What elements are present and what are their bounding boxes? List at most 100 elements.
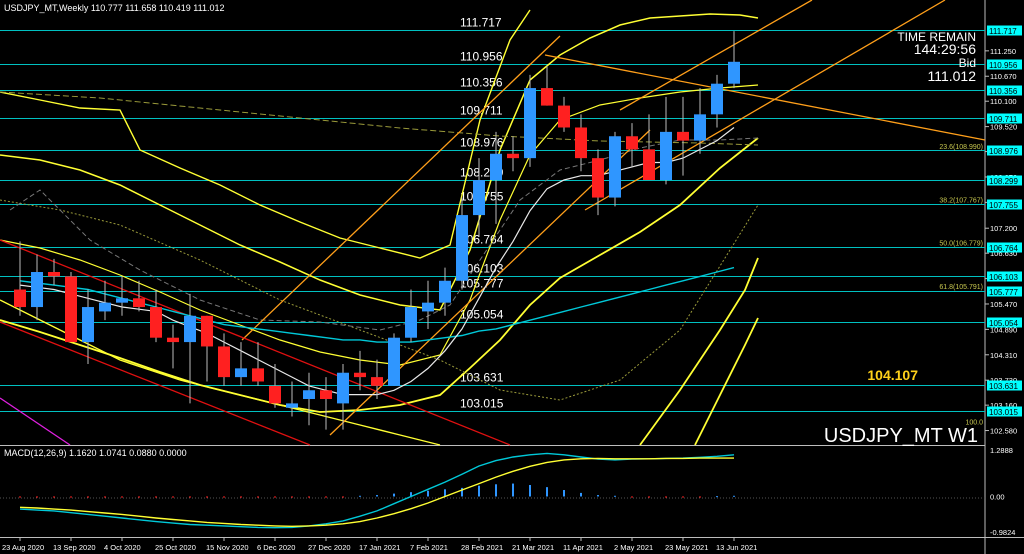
time-tick-label: 21 Mar 2021: [512, 543, 554, 552]
level-price-box: 106.103: [987, 271, 1022, 282]
macd-tick-label: 0.00: [990, 492, 1005, 501]
highlight-price: 104.107: [867, 367, 918, 383]
trading-chart-window: 111.717 110.956 110.356 109.711 108.976 108.2…: [0, 0, 1024, 554]
level-price-box-text: 108.299: [989, 177, 1018, 186]
level-price-box: 110.956: [987, 59, 1022, 70]
candle-body-bull: [388, 337, 400, 386]
time-tick-label: 28 Feb 2021: [461, 543, 503, 552]
macd-histogram-bar: [189, 496, 191, 498]
time-tick-label: 15 Nov 2020: [206, 543, 249, 552]
candle-body-bull: [31, 272, 43, 308]
candle-body-bear: [354, 372, 366, 378]
candle-body-bear: [541, 88, 553, 106]
level-price-box: 108.976: [987, 145, 1022, 156]
level-price-box-text: 103.631: [989, 382, 1018, 391]
macd-histogram-bar: [172, 496, 174, 498]
candle-body-bear: [626, 136, 638, 150]
time-tick-label: 23 Aug 2020: [2, 543, 44, 552]
candle-body-bull: [439, 280, 451, 303]
time-tick-label: 23 May 2021: [665, 543, 708, 552]
macd-histogram-bar: [682, 496, 684, 498]
candle-body-bull: [473, 180, 485, 216]
candle: [524, 74, 536, 167]
macd-histogram-bar: [359, 495, 361, 497]
price-tick-label: 104.310: [990, 351, 1017, 360]
candle-body-bear: [65, 276, 77, 343]
macd-header: MACD(12,26,9) 1.1620 1.0741 0.0880 0.000…: [4, 448, 187, 458]
candle-body-bear: [643, 149, 655, 181]
level-price-box: 110.356: [987, 85, 1022, 96]
chart-header: USDJPY_MT,Weekly 110.777 111.658 110.419…: [4, 3, 224, 13]
candle-body-bear: [320, 390, 332, 400]
symbol-watermark: USDJPY_MT W1: [824, 425, 978, 447]
macd-histogram-bar: [546, 487, 548, 497]
macd-histogram-bar: [308, 496, 310, 498]
macd-histogram-bar: [19, 496, 21, 498]
candle-body-bear: [558, 105, 570, 128]
candle-body-bear: [252, 368, 264, 382]
candle-body-bull: [99, 302, 111, 312]
time-tick-label: 27 Dec 2020: [308, 543, 351, 552]
macd-histogram-bar: [665, 496, 667, 498]
candle-body-bear: [507, 153, 519, 159]
macd-histogram-bar: [597, 495, 599, 497]
level-price-box: 107.755: [987, 199, 1022, 210]
macd-histogram-bar: [478, 485, 480, 497]
time-tick-label: 7 Feb 2021: [410, 543, 448, 552]
candle-body-bull: [694, 114, 706, 141]
macd-tick-label: -0.9824: [990, 528, 1015, 537]
candle-body-bull: [337, 372, 349, 404]
level-price-box: 105.777: [987, 286, 1022, 297]
candle-body-bull: [728, 61, 740, 84]
macd-histogram-bar: [563, 490, 565, 497]
candle-body-bear: [150, 307, 162, 338]
candle-body-bear: [269, 385, 281, 404]
price-tick-label: 102.580: [990, 427, 1017, 436]
macd-histogram-bar: [376, 495, 378, 497]
macd-histogram-bar: [444, 489, 446, 497]
macd-histogram-bar: [342, 496, 344, 498]
candle: [388, 333, 400, 386]
macd-histogram-bar: [631, 496, 633, 498]
level-price-box-text: 106.103: [989, 273, 1018, 282]
price-tick-label: 105.470: [990, 300, 1017, 309]
level-price-box-text: 110.356: [989, 87, 1018, 96]
macd-histogram-bar: [206, 496, 208, 498]
time-tick-label: 11 Apr 2021: [563, 543, 603, 552]
candle-body-bear: [575, 127, 587, 159]
level-price-box: 106.764: [987, 242, 1022, 253]
candle-body-bull: [116, 298, 128, 303]
candle: [65, 272, 77, 343]
candle-body-bear: [167, 337, 179, 343]
price-tick-label: 107.200: [990, 224, 1017, 233]
candle-body-bear: [592, 158, 604, 198]
fib-label: 50.0(106.779): [939, 241, 983, 248]
price-tick-label: 110.100: [990, 97, 1017, 106]
candle: [609, 131, 621, 207]
level-price-box-text: 105.054: [989, 319, 1018, 328]
time-tick-label: 17 Jan 2021: [359, 543, 400, 552]
level-label: 110.956: [460, 50, 503, 64]
candle-body-bull: [286, 403, 298, 408]
macd-histogram-bar: [36, 496, 38, 498]
candle-body-bull: [184, 315, 196, 343]
fib-label: 23.6(108.990): [939, 144, 983, 151]
level-price-box: 108.299: [987, 175, 1022, 186]
macd-histogram-bar: [53, 496, 55, 498]
candle-body-bull: [660, 131, 672, 181]
macd-histogram-bar: [580, 492, 582, 497]
time-tick-label: 4 Oct 2020: [104, 543, 141, 552]
candle-body-bear: [201, 315, 213, 347]
macd-histogram-bar: [325, 496, 327, 498]
macd-histogram-bar: [495, 484, 497, 497]
candle-body-bear: [218, 346, 230, 378]
macd-histogram-bar: [716, 496, 718, 498]
level-price-box: 103.631: [987, 380, 1022, 391]
level-price-box-text: 103.015: [989, 408, 1018, 417]
macd-histogram-bar: [155, 496, 157, 498]
candle-body-bear: [133, 298, 145, 308]
candle-body-bull: [235, 368, 247, 378]
level-price-box-text: 109.711: [989, 115, 1018, 124]
level-price-box-text: 108.976: [989, 147, 1018, 156]
level-label: 103.631: [460, 371, 504, 385]
